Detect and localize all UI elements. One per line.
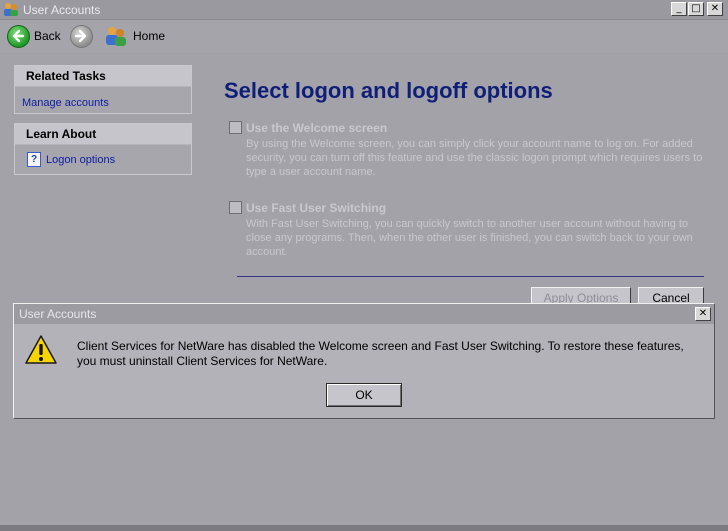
logon-options-link[interactable]: Logon options — [46, 154, 115, 166]
fast-user-switching-label[interactable]: Use Fast User Switching — [246, 201, 386, 215]
related-tasks-header: Related Tasks — [15, 66, 191, 87]
window-title: User Accounts — [23, 3, 101, 17]
related-tasks-pane: Related Tasks Manage accounts — [14, 65, 192, 114]
options-separator — [237, 276, 704, 277]
learn-about-header: Learn About — [15, 124, 191, 145]
minimize-button[interactable]: _ — [671, 2, 687, 16]
user-accounts-window: User Accounts _ □ ✕ Back Home Related Ta… — [0, 0, 728, 525]
warning-icon — [24, 333, 58, 367]
help-icon: ? — [27, 152, 41, 167]
fast-user-switching-checkbox[interactable] — [229, 201, 242, 214]
user-accounts-icon — [3, 2, 19, 17]
welcome-screen-checkbox[interactable] — [229, 121, 242, 134]
window-titlebar[interactable]: User Accounts _ □ ✕ — [0, 0, 728, 20]
close-button[interactable]: ✕ — [707, 2, 723, 16]
dialog-title: User Accounts — [19, 307, 97, 321]
dialog-titlebar[interactable]: User Accounts ✕ — [14, 304, 714, 324]
back-arrow-icon[interactable] — [7, 25, 30, 48]
home-icon[interactable] — [105, 25, 127, 47]
dialog-message: Client Services for NetWare has disabled… — [77, 339, 684, 368]
content-area: Related Tasks Manage accounts Learn Abou… — [0, 54, 728, 525]
learn-about-pane: Learn About ? Logon options — [14, 123, 192, 175]
forward-arrow-icon[interactable] — [70, 25, 93, 48]
warning-dialog: User Accounts ✕ Client Services for NetW… — [13, 303, 715, 419]
home-button-label[interactable]: Home — [133, 29, 165, 43]
welcome-screen-description: By using the Welcome screen, you can sim… — [246, 138, 703, 178]
ok-button[interactable]: OK — [326, 383, 402, 407]
dialog-close-button[interactable]: ✕ — [695, 307, 711, 321]
page-title: Select logon and logoff options — [224, 78, 553, 103]
taskbar-edge — [0, 525, 728, 531]
navigation-toolbar: Back Home — [0, 20, 728, 53]
fast-user-switching-description: With Fast User Switching, you can quickl… — [246, 218, 693, 258]
maximize-button[interactable]: □ — [688, 2, 704, 16]
manage-accounts-link[interactable]: Manage accounts — [22, 97, 109, 109]
back-button-label[interactable]: Back — [34, 29, 61, 43]
welcome-screen-label[interactable]: Use the Welcome screen — [246, 121, 387, 135]
